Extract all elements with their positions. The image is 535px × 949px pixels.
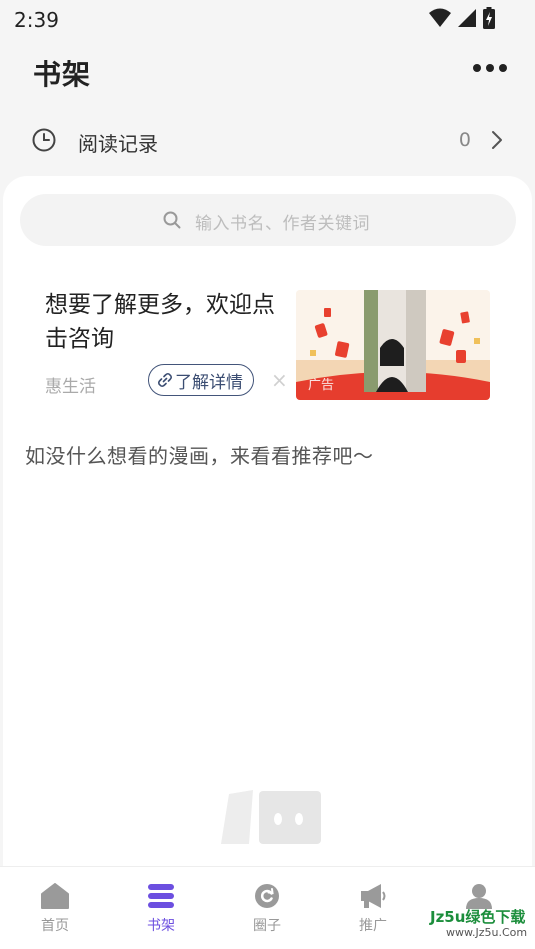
link-icon xyxy=(157,372,173,388)
bookshelf-content: 输入书名、作者关键词 想要了解更多，欢迎点击咨询 惠生活 了解详情 × 广告 如… xyxy=(3,176,532,876)
dot-icon xyxy=(499,64,507,72)
megaphone-icon xyxy=(361,884,386,908)
page-title: 书架 xyxy=(33,58,92,91)
ad-card[interactable]: 想要了解更多，欢迎点击咨询 惠生活 了解详情 × 广告 xyxy=(3,286,532,406)
battery-icon xyxy=(483,7,495,29)
reading-history-count: 0 xyxy=(458,129,471,151)
learn-more-label: 了解详情 xyxy=(175,372,243,393)
more-options-button[interactable] xyxy=(473,58,507,78)
ad-title: 想要了解更多，欢迎点击咨询 xyxy=(45,292,275,352)
search-placeholder: 输入书名、作者关键词 xyxy=(195,214,370,234)
tab-circle[interactable]: 圈子 xyxy=(227,867,307,949)
reading-history-row[interactable]: 阅读记录 0 xyxy=(0,108,535,172)
circle-icon xyxy=(255,884,279,908)
status-bar: 2:39 xyxy=(0,0,535,40)
recommend-text: 如没什么想看的漫画，来看看推荐吧～ xyxy=(25,444,374,468)
tab-label: 书架 xyxy=(147,918,175,934)
watermark-sub: www.Jz5u.Com xyxy=(446,926,528,939)
watermark-main: Jz5u绿色下载 xyxy=(430,908,526,926)
dot-icon xyxy=(473,64,481,72)
wifi-icon xyxy=(429,8,451,27)
empty-shelf-illustration xyxy=(221,790,321,844)
tab-promote[interactable]: 推广 xyxy=(333,867,413,949)
status-icons xyxy=(429,7,495,29)
tab-label: 圈子 xyxy=(253,918,281,934)
home-icon xyxy=(41,883,69,909)
watermark: Jz5u绿色下载 www.Jz5u.Com xyxy=(424,906,534,946)
tab-label: 首页 xyxy=(41,918,69,934)
clock-icon xyxy=(32,128,56,152)
tab-bookshelf[interactable]: 书架 xyxy=(121,867,201,949)
tab-label: 推广 xyxy=(359,918,387,934)
learn-more-button[interactable]: 了解详情 xyxy=(148,364,254,396)
bookshelf-icon xyxy=(148,884,174,908)
status-time: 2:39 xyxy=(14,8,59,32)
ad-close-button[interactable]: × xyxy=(271,368,288,392)
header: 书架 xyxy=(0,40,535,104)
search-input[interactable]: 输入书名、作者关键词 xyxy=(20,194,516,246)
ad-tag: 广告 xyxy=(308,378,335,393)
tab-home[interactable]: 首页 xyxy=(15,867,95,949)
ad-source: 惠生活 xyxy=(45,377,96,397)
dot-icon xyxy=(486,64,494,72)
search-icon xyxy=(163,211,181,229)
chevron-right-icon xyxy=(492,131,502,149)
reading-history-label: 阅读记录 xyxy=(78,132,158,156)
signal-icon xyxy=(458,9,476,27)
